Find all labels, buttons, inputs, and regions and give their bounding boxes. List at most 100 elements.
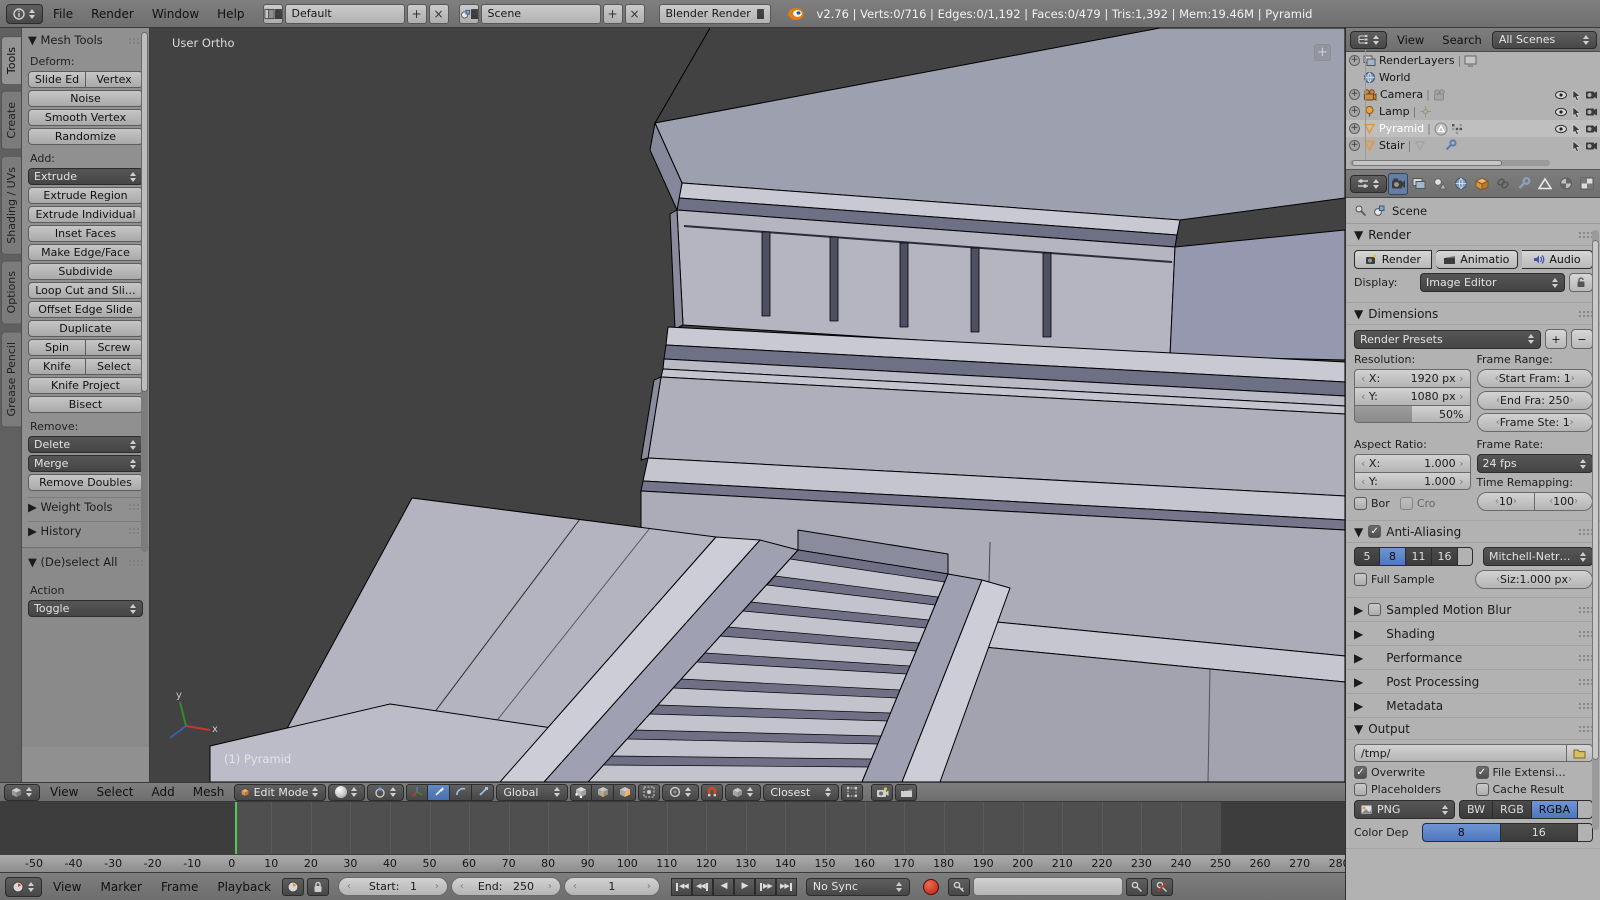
increment-arrow-icon[interactable]: ›: [548, 881, 552, 892]
color-mode-button[interactable]: RGBA: [1532, 800, 1578, 819]
decrement-arrow-icon[interactable]: ‹: [347, 881, 351, 892]
prev-keyframe-button[interactable]: ◀◀: [692, 878, 713, 896]
proportional-edit-select[interactable]: [662, 784, 699, 801]
delete-keyframe-button[interactable]: [1151, 878, 1173, 896]
panel-grip-icon[interactable]: [1578, 654, 1593, 661]
preset-remove-button[interactable]: −: [1571, 329, 1593, 349]
frame-end-field[interactable]: ‹ End: 250 ›: [451, 877, 561, 896]
jump-to-start-button[interactable]: ◀◀: [671, 878, 692, 896]
sync-mode-select[interactable]: No Sync: [806, 878, 910, 896]
outliner-menu[interactable]: View: [1389, 33, 1432, 47]
color-mode-button[interactable]: RGB: [1493, 800, 1532, 819]
renderability-camera-icon[interactable]: [1585, 124, 1598, 134]
vertex-select-button[interactable]: [570, 784, 592, 801]
close-layout-button[interactable]: ×: [429, 4, 449, 24]
editor-type-button-info[interactable]: [6, 4, 43, 24]
play-button[interactable]: ▶: [734, 878, 755, 896]
panel-grip-icon[interactable]: [1578, 702, 1593, 709]
slide-edge-button[interactable]: Slide Ed: [28, 71, 86, 88]
view3d-menu[interactable]: Select: [88, 785, 141, 799]
view3d-menu[interactable]: Mesh: [185, 785, 233, 799]
face-select-button[interactable]: [614, 784, 636, 801]
tool-button[interactable]: Make Edge/Face: [28, 244, 143, 261]
collapsed-panel-header[interactable]: ▶ Metadata: [1346, 694, 1600, 718]
editor-type-button-3d[interactable]: [4, 784, 40, 801]
region-expand-icon[interactable]: +: [1314, 44, 1331, 61]
mode-select[interactable]: Edit Mode: [234, 784, 326, 801]
expand-icon[interactable]: +: [1349, 106, 1360, 117]
aspect-y-field[interactable]: ‹ Y: 1.000 ›: [1354, 472, 1471, 490]
tool-button[interactable]: Inset Faces: [28, 225, 143, 242]
snap-peel-button[interactable]: [841, 784, 863, 801]
delete-menu-button[interactable]: Delete: [28, 436, 143, 453]
toolshelf-tab[interactable]: Create: [1, 91, 21, 150]
color-depth-button[interactable]: 16: [1501, 823, 1579, 842]
open-folder-button[interactable]: [1567, 744, 1593, 762]
tab-render-layers[interactable]: [1409, 173, 1429, 195]
breadcrumb-label[interactable]: Scene: [1392, 204, 1427, 218]
tool-button[interactable]: Offset Edge Slide: [28, 301, 143, 318]
outliner-item[interactable]: + World |: [1346, 69, 1600, 86]
collapsed-panel-header[interactable]: ▶ Performance: [1346, 646, 1600, 670]
deselect-all-panel-header[interactable]: ▼ (De)select All: [28, 554, 143, 570]
editor-type-button-timeline[interactable]: [5, 877, 42, 897]
panel-grip-icon[interactable]: [1578, 310, 1593, 317]
scrollbar-thumb[interactable]: [1352, 160, 1502, 166]
keying-set-icon-button[interactable]: [948, 878, 970, 896]
knife-button[interactable]: Knife: [28, 358, 86, 375]
aa-sample-button[interactable]: 5: [1354, 547, 1380, 566]
tab-object-data[interactable]: [1535, 173, 1555, 195]
play-reverse-button[interactable]: ◀: [713, 878, 734, 896]
crop-checkbox[interactable]: [1400, 497, 1413, 510]
editor-type-button-outliner[interactable]: [1350, 31, 1387, 49]
display-lock-button[interactable]: [1569, 273, 1593, 292]
next-keyframe-button[interactable]: ▶▶: [755, 878, 776, 896]
jump-to-end-button[interactable]: ▶▶: [776, 878, 797, 896]
render-audio-button[interactable]: Audio: [1522, 250, 1593, 269]
increment-arrow-icon[interactable]: ›: [435, 881, 439, 892]
panel-grip-icon[interactable]: [1578, 528, 1593, 535]
resolution-percentage-slider[interactable]: 50%: [1354, 405, 1471, 423]
manipulator-axes-button[interactable]: [406, 784, 428, 801]
cache-result-checkbox[interactable]: [1476, 783, 1489, 796]
panel-grip-icon[interactable]: [1578, 606, 1593, 613]
lock-time-button[interactable]: [307, 878, 329, 896]
tool-button[interactable]: Noise: [28, 90, 143, 107]
toolshelf-tab[interactable]: Options: [1, 260, 21, 324]
properties-scrollbar[interactable]: [1592, 230, 1599, 830]
pin-icon[interactable]: [1354, 204, 1367, 217]
tool-button[interactable]: Subdivide: [28, 263, 143, 280]
aa-size-field[interactable]: ‹ Siz:1.000 px ›: [1475, 570, 1593, 589]
selectability-cursor-icon[interactable]: [1571, 123, 1582, 135]
dimensions-panel-header[interactable]: ▼ Dimensions: [1346, 303, 1600, 325]
outliner-item[interactable]: + Pyramid |: [1346, 120, 1600, 137]
expand-icon[interactable]: +: [1349, 89, 1360, 100]
panel-header-mesh-tools[interactable]: ▼ Mesh Tools: [28, 32, 143, 48]
aa-filter-select[interactable]: Mitchell-Netr…: [1483, 547, 1593, 566]
panel-grip-icon[interactable]: [1578, 630, 1593, 637]
scene-icon-button[interactable]: [459, 4, 479, 24]
anti-aliasing-checkbox[interactable]: ✓: [1368, 525, 1381, 538]
selectability-cursor-icon[interactable]: [1571, 89, 1582, 101]
action-select[interactable]: Toggle: [28, 600, 143, 617]
file-format-select[interactable]: PNG: [1354, 800, 1455, 819]
placeholders-checkbox[interactable]: [1354, 783, 1367, 796]
expand-icon[interactable]: +: [1349, 123, 1360, 134]
timeline-menu[interactable]: Marker: [92, 880, 149, 894]
edge-select-button[interactable]: [592, 784, 614, 801]
aa-sample-button[interactable]: 8: [1380, 547, 1406, 566]
preview-range-button[interactable]: [282, 878, 304, 896]
extrude-menu-button[interactable]: Extrude: [28, 168, 143, 185]
scrollbar-thumb[interactable]: [1592, 240, 1599, 760]
timeline-menu[interactable]: Playback: [209, 880, 279, 894]
color-mode-button[interactable]: BW: [1459, 800, 1493, 819]
tool-button[interactable]: Randomize: [28, 128, 143, 145]
tab-object[interactable]: [1472, 173, 1492, 195]
outliner-filter-select[interactable]: All Scenes: [1492, 31, 1597, 49]
collapsed-panel-header[interactable]: ▶ Post Processing: [1346, 670, 1600, 694]
scrollbar-thumb[interactable]: [141, 32, 148, 392]
fps-select[interactable]: 24 fps: [1477, 454, 1594, 473]
view3d-menu[interactable]: View: [42, 785, 86, 799]
snap-target-select[interactable]: Closest: [763, 784, 839, 801]
collapsed-panel-header[interactable]: ▶ Shading: [1346, 622, 1600, 646]
